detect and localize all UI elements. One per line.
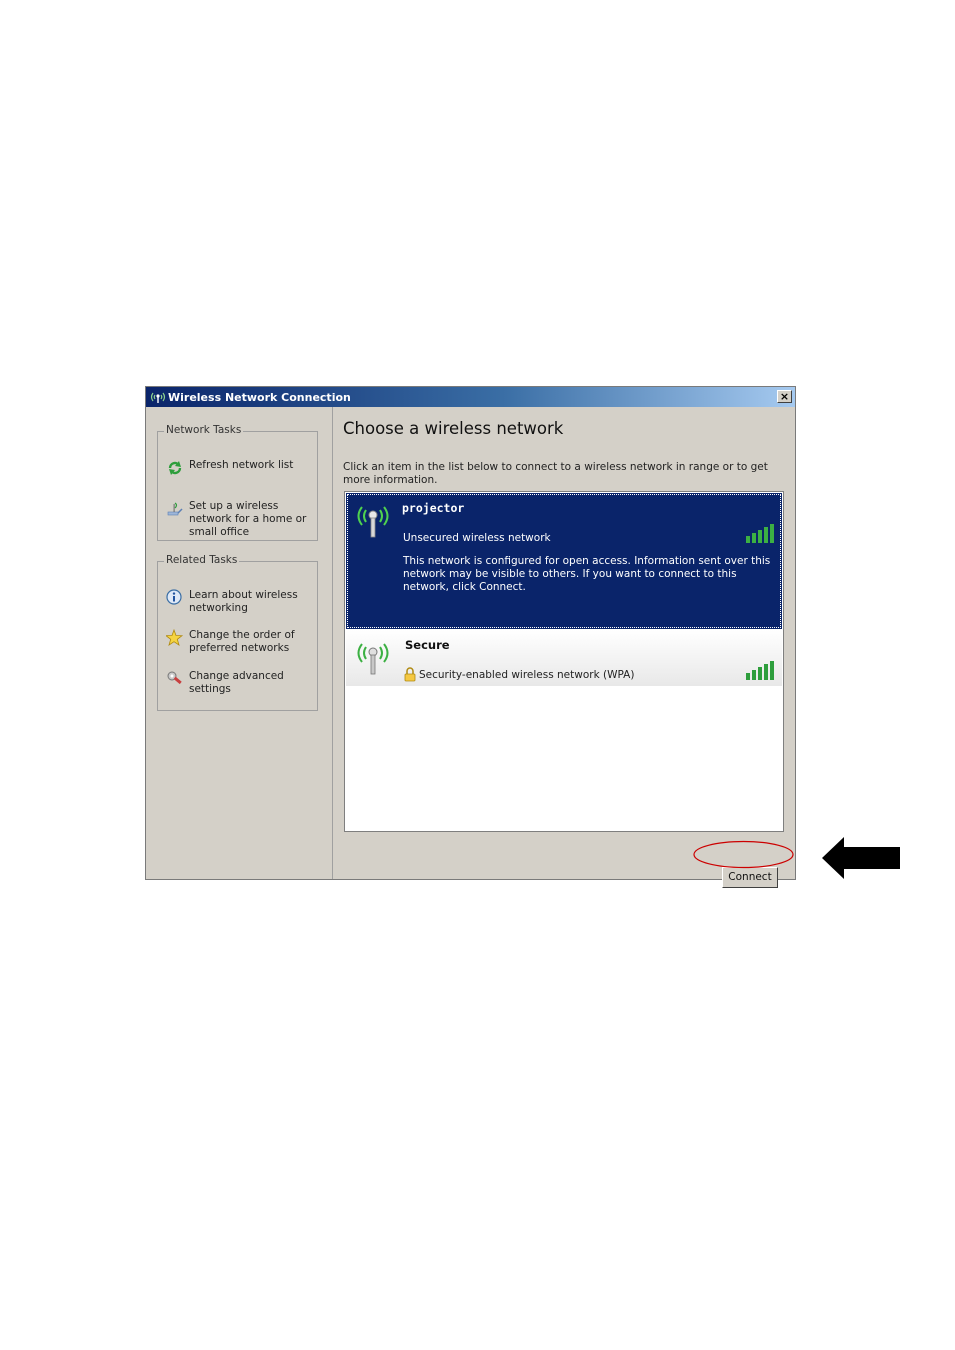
related-tasks-title: Related Tasks [164, 554, 240, 566]
info-icon [166, 589, 182, 605]
settings-icon [167, 671, 182, 685]
connect-button[interactable]: Connect [722, 866, 778, 888]
close-button[interactable]: × [777, 390, 792, 403]
window-title: Wireless Network Connection [168, 391, 351, 404]
network-status: Unsecured wireless network [403, 532, 551, 544]
network-tasks-title: Network Tasks [164, 424, 244, 436]
network-description: This network is configured for open acce… [403, 555, 771, 593]
setup-network-icon [167, 502, 183, 516]
sidebar: Network Tasks Refresh network list Set u… [146, 407, 333, 879]
connect-button-wrapper: Connect [722, 865, 778, 888]
wireless-antenna-icon [357, 506, 389, 538]
signal-strength-icon [746, 661, 774, 680]
arrow-left-icon [822, 837, 900, 879]
instructions-text: Click an item in the list below to conne… [343, 461, 768, 486]
task-label: Change the order of preferred networks [189, 629, 295, 654]
signal-strength-icon [746, 524, 774, 543]
title-bar[interactable]: Wireless Network Connection × [146, 387, 795, 407]
network-item-projector[interactable]: projector Unsecured wireless network Thi… [346, 493, 782, 629]
related-tasks-group: Related Tasks Learn about wireless netwo… [157, 554, 318, 711]
page-title: Choose a wireless network [343, 419, 564, 438]
wireless-antenna-icon [150, 392, 166, 403]
star-icon [166, 629, 184, 646]
main-panel: Choose a wireless network Click an item … [333, 407, 795, 888]
network-item-secure[interactable]: Secure Security-enabled wireless network… [346, 630, 782, 686]
network-tasks-group: Network Tasks Refresh network list Set u… [157, 424, 318, 541]
lock-icon [404, 667, 416, 682]
network-status: Security-enabled wireless network (WPA) [419, 669, 635, 681]
task-label: Refresh network list [189, 459, 294, 471]
refresh-icon [168, 461, 182, 475]
task-label: Set up a wireless network for a home or … [189, 500, 307, 538]
task-label: Learn about wireless networking [189, 589, 298, 614]
network-name: projector [402, 501, 465, 515]
wireless-antenna-icon [357, 643, 389, 675]
network-list[interactable]: projector Unsecured wireless network Thi… [344, 491, 784, 832]
wireless-network-connection-window: Wireless Network Connection × Network Ta… [145, 386, 796, 888]
network-name: Secure [405, 638, 450, 652]
task-label: Change advanced settings [189, 670, 284, 695]
